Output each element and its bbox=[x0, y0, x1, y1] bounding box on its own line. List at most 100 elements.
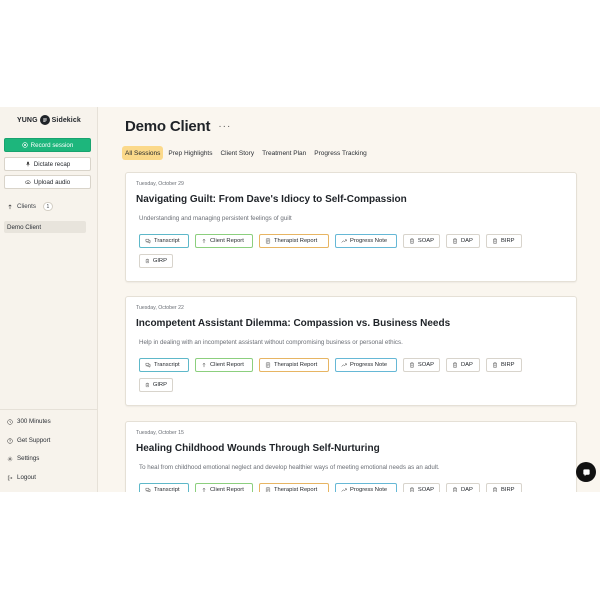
session-card[interactable]: Tuesday, October 15 Healing Childhood Wo… bbox=[125, 421, 577, 492]
dap-label: DAP bbox=[461, 238, 473, 244]
session-card[interactable]: Tuesday, October 29 Navigating Guilt: Fr… bbox=[125, 172, 577, 282]
client-report-button[interactable]: Client Report bbox=[195, 358, 253, 372]
clients-label: Clients bbox=[17, 203, 36, 210]
session-title[interactable]: Healing Childhood Wounds Through Self-Nu… bbox=[136, 443, 380, 454]
chat-support-button[interactable] bbox=[576, 462, 596, 482]
birp-label: BIRP bbox=[501, 362, 515, 368]
help-icon bbox=[7, 437, 13, 444]
clipboard-icon bbox=[453, 362, 457, 368]
chat-icon bbox=[145, 238, 151, 244]
progress-note-label: Progress Note bbox=[350, 362, 388, 368]
logout-icon bbox=[7, 475, 13, 480]
settings-link[interactable]: Settings bbox=[7, 455, 39, 462]
girp-note-button[interactable]: GIRP bbox=[139, 378, 173, 392]
birp-note-button[interactable]: BIRP bbox=[486, 234, 522, 248]
therapist-report-label: Therapist Report bbox=[274, 238, 318, 244]
session-tabs: All Sessions Prep Highlights Client Stor… bbox=[122, 146, 370, 160]
session-title[interactable]: Incompetent Assistant Dilemma: Compassio… bbox=[136, 318, 450, 329]
therapist-report-button[interactable]: Therapist Report bbox=[259, 483, 329, 492]
tab-client-story[interactable]: Client Story bbox=[217, 146, 257, 160]
chat-icon bbox=[145, 362, 151, 368]
soap-note-button[interactable]: SOAP bbox=[403, 483, 440, 492]
clients-count-badge: 1 bbox=[42, 202, 53, 211]
minutes-label: 300 Minutes bbox=[17, 418, 51, 425]
tab-treatment-plan[interactable]: Treatment Plan bbox=[259, 146, 309, 160]
record-session-button[interactable]: Record session bbox=[4, 138, 91, 152]
record-icon bbox=[21, 142, 28, 148]
more-options-icon[interactable]: ··· bbox=[218, 121, 231, 132]
sidebar-divider bbox=[0, 409, 97, 410]
dap-note-button[interactable]: DAP bbox=[446, 234, 480, 248]
upload-audio-label: Upload audio bbox=[33, 178, 71, 186]
share-up-icon bbox=[202, 362, 206, 368]
client-list-item[interactable]: Demo Client bbox=[4, 221, 86, 233]
sidebar: YUNG Sidekick Record session Dictate rec… bbox=[0, 107, 98, 492]
record-session-label: Record session bbox=[30, 141, 74, 149]
therapist-report-button[interactable]: Therapist Report bbox=[259, 358, 329, 372]
chat-bubble-icon bbox=[582, 468, 590, 476]
clients-section-header[interactable]: Clients 1 bbox=[7, 202, 53, 211]
get-support-link[interactable]: Get Support bbox=[7, 437, 50, 444]
session-date: Tuesday, October 29 bbox=[136, 181, 184, 187]
brand-logo[interactable]: YUNG Sidekick bbox=[17, 114, 81, 126]
minutes-remaining[interactable]: 300 Minutes bbox=[7, 418, 51, 425]
soap-label: SOAP bbox=[417, 487, 434, 492]
birp-note-button[interactable]: BIRP bbox=[486, 358, 522, 372]
client-report-button[interactable]: Client Report bbox=[195, 483, 253, 492]
clipboard-icon bbox=[493, 238, 497, 244]
clipboard-icon bbox=[410, 238, 414, 244]
cloud-upload-icon bbox=[24, 180, 31, 184]
progress-note-button[interactable]: Progress Note bbox=[335, 234, 397, 248]
progress-note-button[interactable]: Progress Note bbox=[335, 358, 397, 372]
share-up-icon bbox=[202, 487, 206, 492]
dap-label: DAP bbox=[461, 487, 473, 492]
session-title[interactable]: Navigating Guilt: From Dave's Idiocy to … bbox=[136, 194, 407, 205]
clipboard-icon bbox=[493, 487, 497, 492]
progress-note-button[interactable]: Progress Note bbox=[335, 483, 397, 492]
tab-progress-tracking[interactable]: Progress Tracking bbox=[311, 146, 369, 160]
soap-note-button[interactable]: SOAP bbox=[403, 234, 440, 248]
app-window: YUNG Sidekick Record session Dictate rec… bbox=[0, 107, 600, 492]
tab-all-sessions[interactable]: All Sessions bbox=[122, 146, 164, 160]
transcript-button[interactable]: Transcript bbox=[139, 234, 189, 248]
share-up-icon bbox=[202, 238, 206, 244]
logout-link[interactable]: Logout bbox=[7, 474, 36, 481]
clipboard-icon bbox=[453, 487, 457, 492]
transcript-button[interactable]: Transcript bbox=[139, 483, 189, 492]
soap-label: SOAP bbox=[417, 238, 434, 244]
birp-label: BIRP bbox=[501, 487, 515, 492]
soap-note-button[interactable]: SOAP bbox=[403, 358, 440, 372]
upload-audio-button[interactable]: Upload audio bbox=[4, 175, 91, 189]
clipboard-icon bbox=[410, 487, 414, 492]
progress-note-label: Progress Note bbox=[350, 487, 388, 492]
session-card[interactable]: Tuesday, October 22 Incompetent Assistan… bbox=[125, 296, 577, 406]
therapist-report-label: Therapist Report bbox=[274, 362, 318, 368]
girp-label: GIRP bbox=[152, 258, 167, 264]
session-description: Help in dealing with an incompetent assi… bbox=[139, 339, 403, 346]
main-content: Demo Client ··· All Sessions Prep Highli… bbox=[98, 107, 600, 492]
therapist-report-label: Therapist Report bbox=[274, 487, 318, 492]
session-date: Tuesday, October 15 bbox=[136, 430, 184, 436]
dictate-recap-button[interactable]: Dictate recap bbox=[4, 157, 91, 171]
tab-prep-highlights[interactable]: Prep Highlights bbox=[165, 146, 215, 160]
birp-label: BIRP bbox=[501, 238, 515, 244]
session-description: To heal from childhood emotional neglect… bbox=[139, 464, 440, 471]
transcript-button[interactable]: Transcript bbox=[139, 358, 189, 372]
logout-label: Logout bbox=[17, 474, 36, 481]
brand-name-left: YUNG bbox=[17, 116, 38, 124]
clipboard-icon bbox=[453, 238, 457, 244]
clipboard-icon bbox=[145, 258, 149, 263]
therapist-report-button[interactable]: Therapist Report bbox=[259, 234, 329, 248]
dap-note-button[interactable]: DAP bbox=[446, 358, 480, 372]
client-report-button[interactable]: Client Report bbox=[195, 234, 253, 248]
document-icon bbox=[265, 238, 271, 244]
girp-note-button[interactable]: GIRP bbox=[139, 254, 173, 268]
session-description: Understanding and managing persistent fe… bbox=[139, 215, 292, 222]
document-icon bbox=[265, 362, 271, 368]
dap-note-button[interactable]: DAP bbox=[446, 483, 480, 492]
page-title: Demo Client ··· bbox=[125, 118, 231, 135]
birp-note-button[interactable]: BIRP bbox=[486, 483, 522, 492]
transcript-label: Transcript bbox=[154, 487, 180, 492]
soap-label: SOAP bbox=[417, 362, 434, 368]
clock-icon bbox=[7, 418, 13, 425]
